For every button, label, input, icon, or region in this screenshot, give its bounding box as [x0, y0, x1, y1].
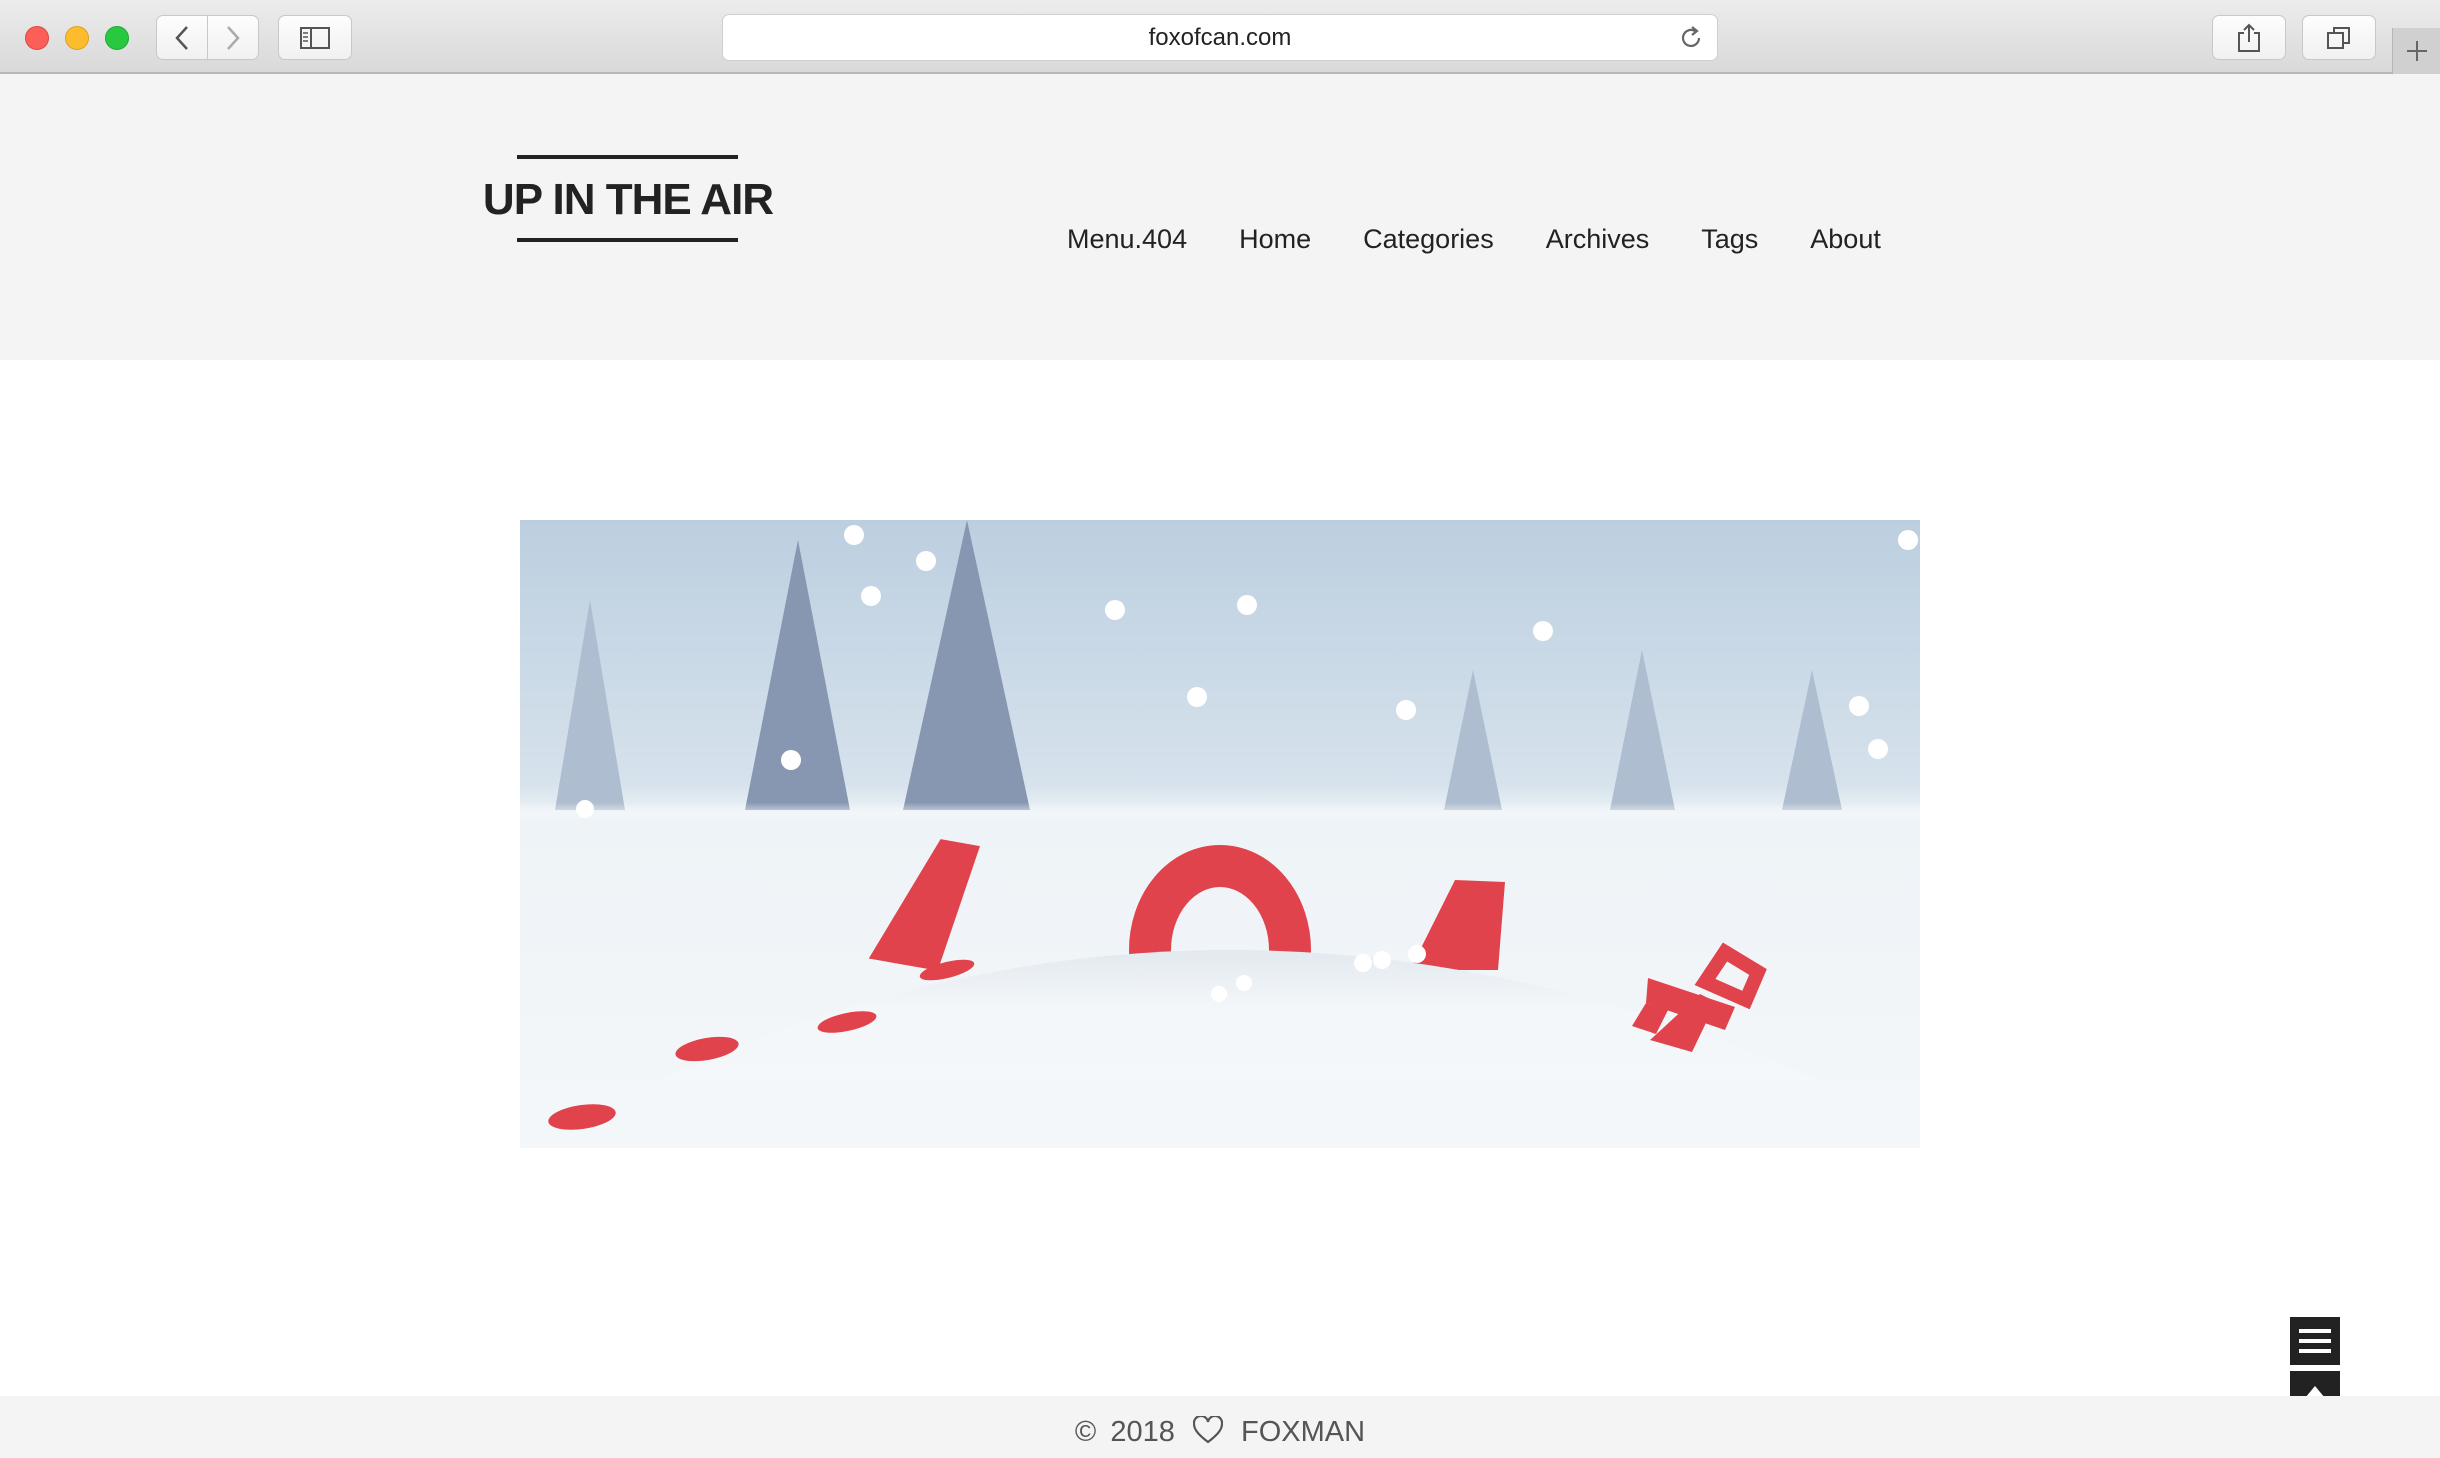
error-404-illustration — [520, 520, 1920, 1148]
nav-item-about[interactable]: About — [1810, 224, 1881, 255]
address-bar[interactable]: foxofcan.com — [722, 14, 1718, 61]
forward-icon — [227, 25, 240, 50]
nav-item-categories[interactable]: Categories — [1363, 224, 1494, 255]
new-tab-button[interactable] — [2392, 28, 2440, 74]
sidebar-icon — [300, 26, 330, 49]
share-icon — [2238, 23, 2260, 52]
nav-item-archives[interactable]: Archives — [1546, 224, 1650, 255]
copyright-symbol: © — [1074, 1416, 1097, 1448]
logo-top-rule — [517, 155, 738, 159]
nav-item-home[interactable]: Home — [1239, 224, 1311, 255]
heart-icon — [1192, 1416, 1223, 1444]
logo-bottom-rule — [517, 238, 738, 242]
author-name[interactable]: FOXMAN — [1241, 1416, 1365, 1448]
forward-button[interactable] — [207, 15, 259, 60]
zoom-window-button[interactable] — [105, 26, 129, 50]
back-icon — [175, 25, 188, 50]
back-button[interactable] — [156, 15, 208, 60]
menu-icon — [2299, 1329, 2331, 1353]
close-window-button[interactable] — [25, 26, 49, 50]
site-footer: © 2018 FOXMAN — [0, 1396, 2440, 1458]
browser-toolbar: foxofcan.com — [0, 0, 2440, 74]
minimize-window-button[interactable] — [65, 26, 89, 50]
nav-item-menu404[interactable]: Menu.404 — [1067, 224, 1187, 255]
site-logo[interactable]: UP IN THE AIR — [482, 178, 774, 222]
share-button[interactable] — [2212, 15, 2286, 60]
reload-icon[interactable] — [1677, 24, 1705, 52]
main-nav: Menu.404 Home Categories Archives Tags A… — [1067, 224, 1881, 255]
nav-item-tags[interactable]: Tags — [1701, 224, 1758, 255]
tabs-icon — [2327, 26, 2350, 49]
copyright-year: 2018 — [1110, 1416, 1175, 1448]
footer-credit: © 2018 FOXMAN — [0, 1416, 2440, 1449]
show-tabs-button[interactable] — [2302, 15, 2376, 60]
sidebar-button[interactable] — [278, 15, 352, 60]
toc-menu-button[interactable] — [2290, 1317, 2340, 1365]
plus-icon — [2406, 41, 2427, 61]
site-header — [0, 74, 2440, 360]
url-text: foxofcan.com — [1148, 23, 1292, 51]
